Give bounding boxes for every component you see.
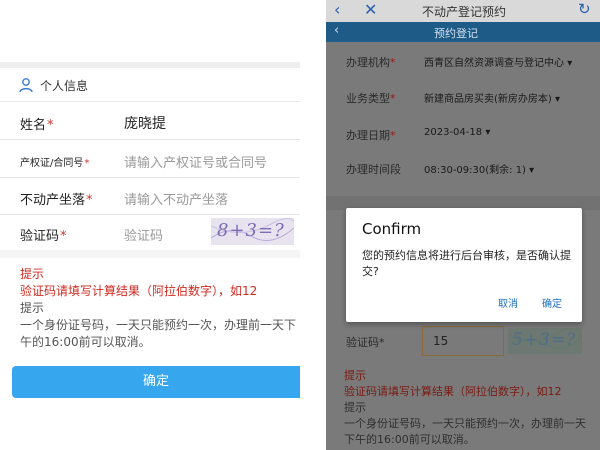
page-title: 不动产登记预约 [422, 5, 507, 19]
chevron-down-icon: ▾ [485, 127, 491, 138]
required-mark: * [390, 56, 396, 69]
certificate-input[interactable]: 请输入产权证号或合同号 [124, 152, 267, 171]
tip-title: 提示 [20, 267, 45, 281]
section-title: 个人信息 [40, 79, 89, 93]
agency-select[interactable]: 西青区自然资源调查与登记中心 [424, 58, 564, 69]
agency-row[interactable]: 办理机构* 西青区自然资源调查与登记中心 ▾ [326, 44, 600, 80]
time-slot-label: 办理时间段 [346, 163, 401, 176]
required-mark: * [390, 129, 396, 142]
panel-divider [300, 0, 326, 450]
close-icon[interactable]: ✕ [364, 0, 377, 19]
required-mark: * [47, 118, 54, 133]
tip-block: 提示 验证码请填写计算结果（阿拉伯数字），如12 提示 一个身份证号码，一天只能… [344, 368, 596, 448]
dialog-cancel-button[interactable]: 取消 [498, 295, 518, 310]
dialog-title: Confirm [362, 220, 422, 238]
tip-captcha-hint: 验证码请填写计算结果（阿拉伯数字），如12 [20, 284, 258, 298]
captcha-text: 5+3=? [512, 330, 577, 350]
app-header: ‹ ✕ 不动产登记预约 ↻ [326, 0, 600, 22]
chevron-left-icon[interactable]: ‹ [334, 23, 339, 38]
back-icon[interactable]: ‹ [334, 0, 340, 19]
date-select[interactable]: 2023-04-18 [424, 127, 482, 138]
required-mark: * [390, 92, 396, 105]
refresh-icon[interactable]: ↻ [578, 0, 591, 18]
dialog-ok-button[interactable]: 确定 [542, 295, 562, 310]
tip-booking-rule: 一个身份证号码，一天只能预约一次，办理前一天下午的16:00前可以取消。 [344, 417, 586, 446]
left-bottom-blank [0, 404, 300, 450]
chevron-down-icon: ▾ [529, 165, 535, 176]
confirm-button[interactable]: 确定 [12, 366, 300, 398]
certificate-label: 产权证/合同号 [20, 158, 84, 169]
verify-code-input[interactable]: 15 [422, 326, 504, 356]
dialog-message: 您的预约信息将进行后台审核，是否确认提交? [362, 249, 571, 278]
verify-code-row: 验证码* 15 5+3=? [326, 322, 600, 358]
date-label: 办理日期 [346, 129, 390, 142]
captcha-image[interactable]: 5+3=? [508, 328, 582, 354]
chevron-down-icon: ▾ [567, 58, 573, 69]
tip-title-2: 提示 [344, 401, 366, 414]
required-mark: * [84, 158, 90, 169]
verify-code-value: 15 [433, 334, 449, 348]
name-field[interactable]: 庞晓提 [124, 113, 166, 133]
name-row: 姓名* 庞晓提 [0, 103, 300, 140]
agency-label: 办理机构 [346, 56, 390, 69]
name-label: 姓名 [20, 118, 47, 133]
business-type-label: 业务类型 [346, 92, 390, 105]
property-location-input[interactable]: 请输入不动产坐落 [124, 189, 228, 208]
required-mark: * [60, 229, 67, 244]
required-mark: * [379, 336, 385, 349]
required-mark: * [86, 193, 93, 208]
captcha-image[interactable]: 8+3=? [211, 218, 294, 245]
tip-block: 提示 验证码请填写计算结果（阿拉伯数字），如12 提示 一个身份证号码，一天只能… [20, 266, 296, 351]
tip-title: 提示 [344, 369, 366, 382]
business-type-row[interactable]: 业务类型* 新建商品房买卖(新房办房本) ▾ [326, 80, 600, 116]
tip-booking-rule: 一个身份证号码，一天只能预约一次，办理前一天下午的16:00前可以取消。 [20, 318, 297, 349]
tip-captcha-hint: 验证码请填写计算结果（阿拉伯数字），如12 [344, 385, 562, 398]
time-slot-select[interactable]: 08:30-09:30(剩余: 1) [424, 165, 526, 176]
person-icon [19, 78, 33, 93]
certificate-row: 产权证/合同号* 请输入产权证号或合同号 [0, 141, 300, 178]
personal-info-section-header: 个人信息 [0, 68, 300, 102]
captcha-text: 8+3=? [217, 220, 285, 241]
verify-code-label: 验证码 [346, 336, 379, 349]
left-form-panel: 个人信息 姓名* 庞晓提 产权证/合同号* 请输入产权证号或合同号 不动产坐落*… [0, 0, 300, 450]
sub-header-title: 预约登记 [434, 27, 478, 40]
property-location-label: 不动产坐落 [20, 193, 86, 208]
chevron-down-icon: ▾ [555, 94, 561, 105]
time-slot-row[interactable]: 办理时间段 08:30-09:30(剩余: 1) ▾ [326, 151, 600, 187]
section-gap [0, 250, 300, 258]
left-top-blank [0, 0, 300, 62]
date-row[interactable]: 办理日期* 2023-04-18 ▾ [326, 117, 600, 153]
property-location-row: 不动产坐落* 请输入不动产坐落 [0, 178, 300, 215]
verify-code-input[interactable]: 验证码 [124, 225, 163, 244]
confirm-dialog: Confirm 您的预约信息将进行后台审核，是否确认提交? 取消 确定 [346, 208, 582, 322]
business-type-select[interactable]: 新建商品房买卖(新房办房本) [424, 94, 552, 105]
verify-code-label: 验证码 [20, 229, 60, 244]
tip-title-2: 提示 [20, 301, 45, 315]
sub-header: ‹ 预约登记 [326, 22, 600, 42]
